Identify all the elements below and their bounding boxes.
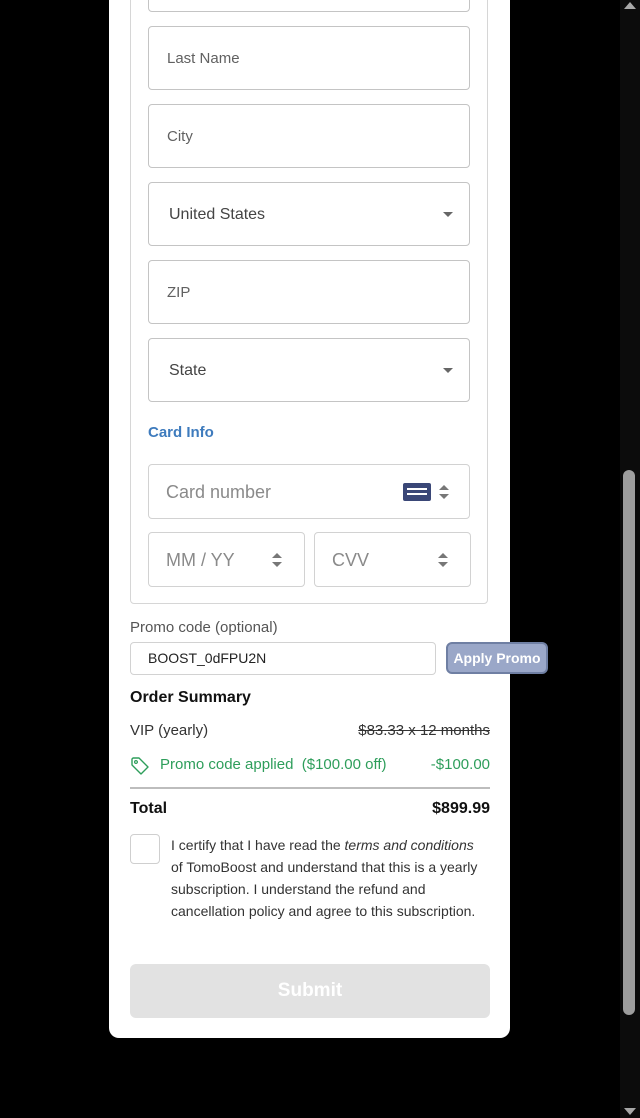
scroll-down-arrow-icon[interactable] xyxy=(624,1108,636,1115)
expiry-field[interactable]: MM / YY xyxy=(148,532,305,587)
state-value: State xyxy=(169,362,207,379)
city-label: City xyxy=(167,128,193,145)
terms-text: I certify that I have read the terms and… xyxy=(171,834,489,922)
total-value: $899.99 xyxy=(432,800,490,817)
card-number-placeholder: Card number xyxy=(166,482,272,502)
card-info-heading: Card Info xyxy=(148,424,214,441)
promo-code-input[interactable]: BOOST_0dFPU2N xyxy=(130,642,436,675)
card-number-field[interactable]: Card number xyxy=(148,464,470,519)
apply-promo-button[interactable]: Apply Promo xyxy=(446,642,548,674)
plan-original-price: $83.33 x 12 months xyxy=(358,722,490,739)
cvv-field[interactable]: CVV xyxy=(314,532,471,587)
first-name-field[interactable] xyxy=(148,0,470,12)
promo-code-value: BOOST_0dFPU2N xyxy=(148,650,267,666)
last-name-field[interactable]: Last Name xyxy=(148,26,470,90)
chevron-down-icon xyxy=(443,212,453,217)
zip-field[interactable]: ZIP xyxy=(148,260,470,324)
promo-code-label: Promo code (optional) xyxy=(130,619,278,636)
total-label: Total xyxy=(130,800,168,817)
last-name-label: Last Name xyxy=(167,50,240,67)
country-value: United States xyxy=(169,206,266,223)
chevron-down-icon xyxy=(443,368,453,373)
zip-label: ZIP xyxy=(167,284,191,301)
state-select[interactable]: State xyxy=(148,338,470,402)
terms-text-part1: I certify that I have read the xyxy=(171,837,345,853)
promo-discount-amount: -$100.00 xyxy=(430,756,490,773)
expiry-placeholder: MM / YY xyxy=(166,550,235,570)
terms-link[interactable]: terms and conditions xyxy=(345,837,474,853)
order-summary-heading: Order Summary xyxy=(130,689,251,706)
plan-name: VIP (yearly) xyxy=(130,722,209,739)
submit-button[interactable]: Submit xyxy=(130,964,490,1018)
scroll-up-arrow-icon[interactable] xyxy=(624,2,636,9)
terms-text-part2: of TomoBoost and understand that this is… xyxy=(171,859,478,919)
credit-card-icon xyxy=(403,483,431,501)
tag-icon xyxy=(131,757,149,775)
scrollbar-thumb[interactable] xyxy=(623,470,635,1015)
promo-applied-text: Promo code applied ($100.00 off) xyxy=(160,756,387,773)
country-select[interactable]: United States xyxy=(148,182,470,246)
terms-checkbox[interactable] xyxy=(130,834,160,864)
cvv-placeholder: CVV xyxy=(332,550,370,570)
city-field[interactable]: City xyxy=(148,104,470,168)
summary-divider xyxy=(130,787,490,789)
